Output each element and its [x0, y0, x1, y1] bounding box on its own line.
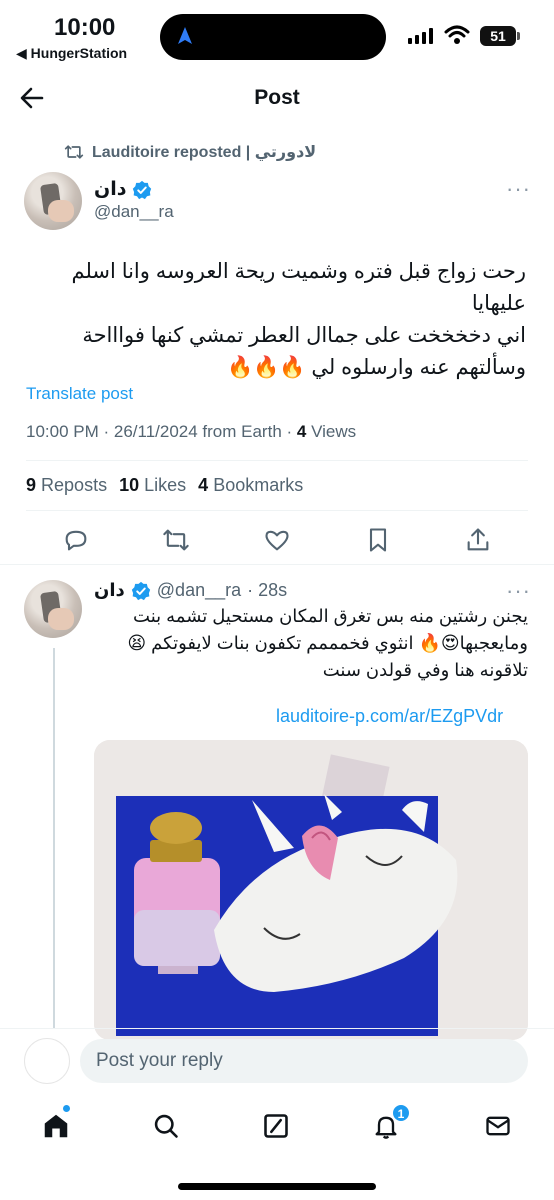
header: Post	[0, 76, 554, 120]
repost-icon[interactable]	[162, 526, 190, 554]
verified-badge-icon	[131, 581, 150, 600]
views-label: Views	[306, 422, 357, 441]
wifi-icon	[444, 25, 470, 44]
tweet-text-line: رحت زواج قبل فتره وشميت ريحة العروسه وان…	[71, 260, 527, 315]
divider	[0, 1028, 554, 1029]
reply-author-name[interactable]: دان	[94, 580, 125, 601]
author-avatar[interactable]	[24, 172, 82, 230]
likes-label: Likes	[144, 475, 187, 495]
author-name[interactable]: دان	[94, 178, 152, 201]
reposts-stat[interactable]: 9 Reposts	[26, 475, 107, 496]
author-name-text: دان	[94, 179, 127, 200]
reposts-label: Reposts	[41, 475, 108, 495]
signal-icon	[408, 28, 433, 44]
my-avatar[interactable]	[24, 1038, 70, 1084]
action-bar	[0, 522, 554, 562]
views-count: 4	[296, 422, 307, 441]
messages-icon	[486, 1116, 510, 1136]
like-icon[interactable]	[263, 526, 291, 554]
reply-input[interactable]	[80, 1039, 528, 1083]
bookmarks-stat[interactable]: 4 Bookmarks	[198, 475, 303, 496]
thread-line	[53, 648, 55, 1028]
engagement-stats: 9 Reposts 10 Likes 4 Bookmarks	[26, 475, 303, 496]
reply-header: دان @dan__ra · 28s	[94, 580, 287, 601]
translate-post-link[interactable]: Translate post	[26, 384, 133, 404]
reply-text-line: تلاقونه هنا وفي قولدن سنت	[322, 660, 528, 680]
page-title: Post	[254, 86, 300, 109]
likes-count: 10	[119, 475, 140, 495]
reply-icon[interactable]	[62, 526, 90, 554]
repost-small-icon	[64, 145, 84, 159]
bookmark-icon[interactable]	[364, 526, 392, 554]
bottom-nav: 1	[0, 1100, 554, 1150]
status-time: 10:00	[54, 14, 116, 41]
reply-text-line: يجنن رشتين منه بس تغرق المكان مستحيل تشم…	[133, 606, 528, 626]
tweet-text-line: وسألتهم عنه وارسلوه لي 🔥🔥🔥	[227, 356, 526, 379]
bookmarks-label: Bookmarks	[213, 475, 304, 495]
reply-author-handle[interactable]: @dan__ra	[157, 580, 241, 601]
status-bar: 10:00 ◀ HungerStation 51	[0, 0, 554, 66]
reposts-count: 9	[26, 475, 37, 495]
tweet-meta: 10:00 PM · 26/11/2024 from Earth · 4 Vie…	[26, 422, 356, 442]
notification-badge: 1	[392, 1104, 410, 1122]
home-dot	[62, 1104, 71, 1113]
reply-text-line: ومايعجبها😍🔥 انثوي فخمممم تكفون بنات لايف…	[127, 633, 528, 653]
repost-context[interactable]: Lauditoire reposted | لادورتي	[64, 142, 316, 162]
repost-text: Lauditoire reposted | لادورتي	[92, 144, 317, 161]
tweet-text-line: اني دخخخخت على جماال العطر تمشي كنها فوا…	[82, 324, 526, 347]
bookmarks-count: 4	[198, 475, 209, 495]
nav-notifications[interactable]: 1	[368, 1104, 410, 1144]
reply-avatar[interactable]	[24, 580, 82, 638]
product-photo	[94, 740, 528, 1040]
more-options-icon[interactable]: ···	[506, 176, 531, 202]
likes-stat[interactable]: 10 Likes	[119, 475, 186, 496]
share-icon[interactable]	[464, 526, 492, 554]
location-arrow-icon	[178, 27, 192, 44]
divider	[0, 564, 554, 565]
tweet-timestamp: 10:00 PM · 26/11/2024 from Earth ·	[26, 422, 297, 441]
reply-text: يجنن رشتين منه بس تغرق المكان مستحيل تشم…	[88, 603, 528, 684]
nav-messages[interactable]	[480, 1108, 516, 1144]
back-to-app-link[interactable]: ◀ HungerStation	[16, 45, 127, 62]
reply-media-image[interactable]	[94, 740, 528, 1040]
home-icon	[44, 1114, 68, 1138]
divider	[26, 510, 528, 511]
nav-home[interactable]	[38, 1104, 74, 1144]
search-icon	[154, 1114, 178, 1138]
reply-more-options-icon[interactable]: ···	[506, 578, 531, 604]
nav-search[interactable]	[148, 1108, 184, 1144]
grok-icon	[264, 1114, 288, 1138]
verified-badge-icon	[133, 180, 152, 199]
battery-icon: 51	[480, 26, 520, 46]
divider	[26, 460, 528, 461]
nav-grok[interactable]	[258, 1108, 294, 1144]
reply-time: · 28s	[247, 580, 288, 600]
home-indicator[interactable]	[178, 1183, 376, 1190]
reply-link[interactable]: lauditoire-p.com/ar/EZgPVdr	[276, 706, 503, 727]
author-handle[interactable]: @dan__ra	[94, 202, 174, 222]
tweet-text: رحت زواج قبل فتره وشميت ريحة العروسه وان…	[16, 256, 527, 384]
